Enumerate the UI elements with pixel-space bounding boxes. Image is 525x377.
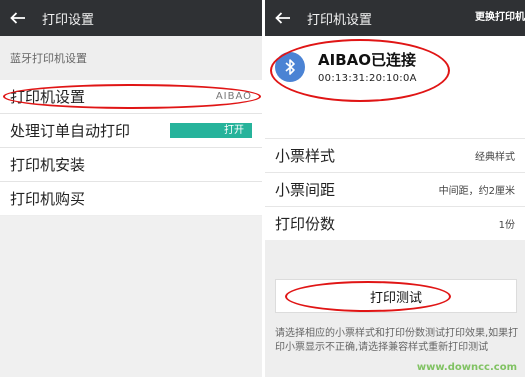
print-test-hint: 请选择相应的小票样式和打印份数测试打印效果,如果打印小票显示不正确,请选择兼容样…: [275, 328, 519, 353]
page-title: 打印设置: [42, 12, 95, 28]
receipt-spacing-label: 小票间距: [275, 181, 336, 199]
printer-settings-row[interactable]: 打印机设置 AIBAO: [0, 80, 262, 113]
device-status-title: AIBAO已连接: [318, 51, 416, 69]
print-settings-screen: 打印设置 蓝牙打印机设置 打印机设置 AIBAO 处理订单自动打印 打开 打印机…: [0, 0, 262, 377]
page-title: 打印机设置: [307, 12, 373, 28]
print-copies-label: 打印份数: [275, 215, 336, 233]
back-arrow-icon[interactable]: [265, 0, 301, 36]
change-printer-button[interactable]: 更换打印机: [475, 0, 525, 36]
back-arrow-icon[interactable]: [0, 0, 36, 36]
printer-install-label: 打印机安装: [10, 156, 86, 174]
receipt-style-row[interactable]: 小票样式 经典样式: [265, 138, 525, 172]
printer-settings-label: 打印机设置: [10, 88, 86, 106]
connected-device-card: AIBAO已连接 00:13:31:20:10:0A: [265, 36, 525, 139]
auto-print-toggle[interactable]: 打开: [170, 123, 252, 138]
auto-print-label: 处理订单自动打印: [10, 122, 131, 140]
receipt-settings-list: 小票样式 经典样式 小票间距 中间距，约2厘米 打印份数 1份: [265, 138, 525, 240]
watermark: www.downcc.com: [416, 362, 517, 373]
printer-purchase-row[interactable]: 打印机购买: [0, 182, 262, 215]
print-copies-row[interactable]: 打印份数 1份: [265, 206, 525, 240]
auto-print-row: 处理订单自动打印 打开: [0, 114, 262, 147]
printer-purchase-label: 打印机购买: [10, 190, 86, 208]
receipt-spacing-value: 中间距，约2厘米: [438, 186, 515, 197]
printer-install-row[interactable]: 打印机安装: [0, 148, 262, 181]
bluetooth-icon: [275, 52, 305, 82]
device-mac-address: 00:13:31:20:10:0A: [318, 73, 417, 84]
print-test-button[interactable]: 打印测试: [275, 279, 517, 313]
right-app-bar: 打印机设置 更换打印机: [265, 0, 525, 36]
toggle-state: 打开: [224, 125, 244, 136]
print-copies-value: 1份: [498, 220, 515, 231]
empty-area: [0, 216, 262, 377]
receipt-style-value: 经典样式: [475, 152, 515, 163]
printer-name-value: AIBAO: [215, 91, 252, 102]
section-title: 蓝牙打印机设置: [10, 52, 87, 65]
left-app-bar: 打印设置: [0, 0, 262, 36]
printer-settings-screen: 打印机设置 更换打印机 AIBAO已连接 00:13:31:20:10:0A 小…: [265, 0, 525, 377]
receipt-style-label: 小票样式: [275, 147, 336, 165]
receipt-spacing-row[interactable]: 小票间距 中间距，约2厘米: [265, 172, 525, 206]
